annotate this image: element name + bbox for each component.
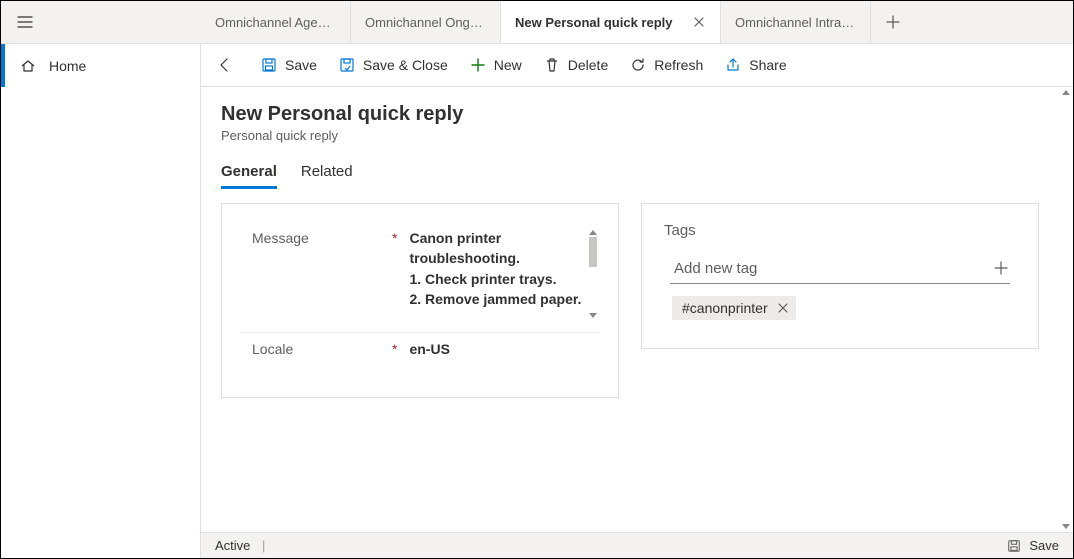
back-button[interactable] bbox=[209, 49, 241, 81]
locale-value: en-US bbox=[409, 341, 449, 357]
refresh-icon bbox=[630, 57, 646, 73]
delete-label: Delete bbox=[568, 57, 608, 73]
nav-home-label: Home bbox=[49, 58, 86, 74]
delete-button[interactable]: Delete bbox=[534, 49, 618, 81]
tab-label: New Personal quick reply bbox=[515, 15, 682, 30]
scroll-down-icon[interactable] bbox=[589, 313, 597, 318]
save-button[interactable]: Save bbox=[251, 49, 327, 81]
status-separator: | bbox=[262, 538, 265, 553]
required-indicator: * bbox=[392, 228, 397, 246]
form-tab-general[interactable]: General bbox=[221, 163, 277, 189]
share-button[interactable]: Share bbox=[715, 49, 796, 81]
tags-title: Tags bbox=[664, 222, 1020, 239]
left-nav: Home bbox=[1, 44, 201, 558]
scroll-up-icon[interactable] bbox=[1062, 90, 1070, 95]
nav-home[interactable]: Home bbox=[1, 44, 200, 87]
home-icon bbox=[19, 57, 37, 75]
tab-label: Omnichannel Ong… bbox=[365, 15, 486, 30]
tab-omnichannel-ongoing[interactable]: Omnichannel Ong… bbox=[351, 1, 501, 43]
locale-label: Locale bbox=[252, 339, 392, 357]
remove-tag-icon[interactable] bbox=[778, 303, 788, 313]
new-tab-button[interactable] bbox=[871, 1, 915, 43]
message-scrollbar[interactable] bbox=[586, 228, 600, 320]
page-scrollbar[interactable] bbox=[1059, 87, 1073, 532]
refresh-button[interactable]: Refresh bbox=[620, 49, 713, 81]
locale-field[interactable]: en-US bbox=[409, 339, 600, 357]
add-tag-button[interactable] bbox=[992, 259, 1010, 277]
statusbar-save-button[interactable]: Save bbox=[1007, 538, 1059, 553]
save-close-icon bbox=[339, 57, 355, 73]
close-icon[interactable] bbox=[692, 15, 706, 29]
tag-chip-label: #canonprinter bbox=[682, 300, 768, 316]
status-bar: Active | Save bbox=[201, 532, 1073, 558]
statusbar-save-label: Save bbox=[1029, 538, 1059, 553]
plus-icon bbox=[470, 57, 486, 73]
message-label: Message bbox=[252, 228, 392, 246]
form-tab-related[interactable]: Related bbox=[301, 163, 353, 189]
trash-icon bbox=[544, 57, 560, 73]
tab-label: Omnichannel Age… bbox=[215, 15, 336, 30]
page-subtitle: Personal quick reply bbox=[221, 128, 1053, 143]
share-label: Share bbox=[749, 57, 786, 73]
tab-new-personal-quick-reply[interactable]: New Personal quick reply bbox=[501, 1, 721, 43]
page-title: New Personal quick reply bbox=[221, 103, 1053, 126]
message-field[interactable]: Canon printer troubleshooting. 1. Check … bbox=[409, 228, 600, 320]
tab-omnichannel-agent[interactable]: Omnichannel Age… bbox=[201, 1, 351, 43]
save-close-label: Save & Close bbox=[363, 57, 448, 73]
scroll-down-icon[interactable] bbox=[1062, 524, 1070, 529]
new-label: New bbox=[494, 57, 522, 73]
save-close-button[interactable]: Save & Close bbox=[329, 49, 458, 81]
scroll-thumb[interactable] bbox=[589, 237, 597, 267]
tags-card: Tags #canonprinter bbox=[641, 203, 1039, 349]
general-card: Message * Canon printer troubleshooting.… bbox=[221, 203, 619, 398]
refresh-label: Refresh bbox=[654, 57, 703, 73]
save-icon bbox=[1007, 539, 1021, 553]
scroll-up-icon[interactable] bbox=[589, 230, 597, 235]
hamburger-menu[interactable] bbox=[1, 1, 49, 43]
tab-spacer bbox=[49, 1, 201, 43]
tab-label: Omnichannel Intra… bbox=[735, 15, 856, 30]
required-indicator: * bbox=[392, 339, 397, 357]
save-icon bbox=[261, 57, 277, 73]
save-label: Save bbox=[285, 57, 317, 73]
status-active: Active bbox=[215, 538, 250, 553]
add-tag-input[interactable] bbox=[674, 260, 992, 277]
message-value: Canon printer troubleshooting. 1. Check … bbox=[409, 230, 581, 307]
command-bar: Save Save & Close New Delete Refresh bbox=[201, 44, 1073, 87]
new-button[interactable]: New bbox=[460, 49, 532, 81]
tab-omnichannel-intraday[interactable]: Omnichannel Intra… bbox=[721, 1, 871, 43]
tag-chip[interactable]: #canonprinter bbox=[672, 296, 796, 320]
share-icon bbox=[725, 57, 741, 73]
